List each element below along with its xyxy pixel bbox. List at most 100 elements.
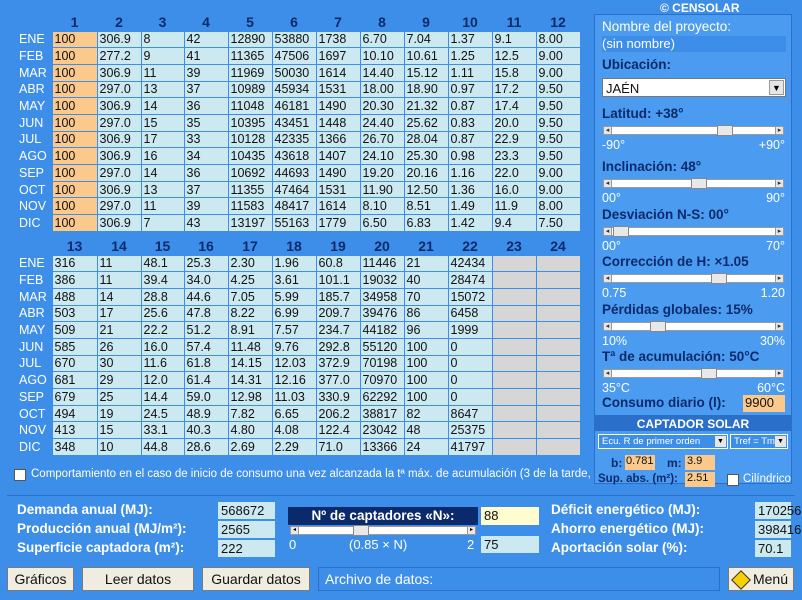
slider-thumb[interactable]: [353, 525, 370, 536]
table-cell[interactable]: 100: [51, 63, 98, 82]
slider-thumb[interactable]: [649, 321, 666, 332]
save-data-button[interactable]: Guardar datos: [202, 567, 310, 591]
table-cell: 10989: [227, 80, 273, 99]
behavior-checkbox[interactable]: [14, 469, 26, 481]
slider-thumb[interactable]: [613, 226, 629, 237]
table-cell: 11: [140, 63, 185, 82]
data-file-label: Archivo de datos:: [325, 571, 434, 587]
table-cell[interactable]: 100: [51, 80, 98, 99]
table-cell: 679: [51, 388, 98, 406]
table-cell: 11.90: [359, 180, 405, 199]
table-cell: 9.00: [535, 164, 581, 182]
b-input[interactable]: 0.781: [625, 455, 655, 470]
table-cell[interactable]: 100: [51, 180, 98, 199]
slider-left-arrow-icon[interactable]: ◂: [290, 526, 299, 535]
inclination-min: 00°: [602, 191, 621, 205]
table-cell: 488: [51, 287, 98, 306]
slider-right-arrow-icon[interactable]: ▸: [775, 369, 784, 378]
correction-slider[interactable]: ◂ ▸: [603, 273, 784, 284]
collectors-slider[interactable]: ◂ ▸: [290, 525, 476, 536]
slider-thumb[interactable]: [717, 125, 734, 136]
losses-slider[interactable]: ◂ ▸: [603, 321, 784, 332]
location-select[interactable]: JAÉN ▼: [602, 78, 786, 97]
m-input[interactable]: 3.9: [685, 455, 715, 470]
table-cell[interactable]: 100: [51, 113, 98, 132]
project-name-input[interactable]: (sin nombre): [602, 36, 786, 52]
slider-right-arrow-icon[interactable]: ▸: [775, 126, 784, 135]
table-row: JUL 100 306.9 17 33 10128 42335 1366 26.70 28.04 0…: [16, 130, 581, 149]
table-cell[interactable]: 100: [51, 164, 98, 182]
tref-select[interactable]: Tref = Tm ▼: [730, 434, 788, 449]
latitude-label: Latitud: +38°: [602, 106, 684, 121]
table-cell: 55120: [359, 337, 405, 356]
data-file-field[interactable]: Archivo de datos:: [318, 567, 720, 591]
table-row: MAY 100 306.9 14 36 11048 46181 1490 20.30 21.32 0…: [16, 97, 581, 115]
table-cell: 36: [183, 164, 229, 182]
table-cell: 9.50: [535, 97, 581, 115]
read-data-button[interactable]: Leer datos: [82, 567, 194, 591]
table-cell: 1999: [447, 321, 493, 339]
slider-right-arrow-icon[interactable]: ▸: [775, 179, 784, 188]
latitude-slider[interactable]: ◂ ▸: [603, 125, 784, 136]
slider-left-arrow-icon[interactable]: ◂: [603, 126, 612, 135]
chevron-down-icon[interactable]: ▼: [769, 80, 784, 95]
chevron-down-icon[interactable]: ▼: [715, 436, 726, 447]
table-cell: 0.87: [447, 97, 493, 115]
daily-consumption-input[interactable]: 9900: [743, 395, 785, 412]
month-label: NOV: [19, 199, 47, 214]
slider-left-arrow-icon[interactable]: ◂: [603, 179, 612, 188]
slider-thumb[interactable]: [701, 368, 718, 379]
menu-button[interactable]: Menú: [728, 567, 794, 591]
table-cell: 22.0: [491, 164, 537, 182]
slider-right-arrow-icon[interactable]: ▸: [775, 274, 784, 283]
table-cell[interactable]: 100: [51, 97, 98, 115]
table-cell[interactable]: 100: [51, 147, 98, 165]
table-cell: 9.76: [271, 337, 317, 356]
slider-thumb[interactable]: [711, 273, 728, 284]
slider-left-arrow-icon[interactable]: ◂: [603, 322, 612, 331]
table-cell: 1738: [315, 30, 361, 49]
table-cell: 14: [96, 287, 142, 306]
collectors-input[interactable]: 88: [481, 507, 539, 525]
slider-right-arrow-icon[interactable]: ▸: [775, 227, 784, 236]
slider-left-arrow-icon[interactable]: ◂: [603, 227, 612, 236]
slider-right-arrow-icon[interactable]: ▸: [467, 526, 476, 535]
correction-label: Corrección de H: ×1.05: [602, 254, 749, 269]
table-cell: 1.36: [447, 180, 493, 199]
graphs-button[interactable]: Gráficos: [7, 567, 74, 591]
deviation-slider[interactable]: ◂ ▸: [603, 226, 784, 237]
correction-min: 0.75: [602, 286, 627, 300]
table-cell: 585: [51, 337, 98, 356]
table-cell: 297.0: [96, 113, 142, 132]
absorber-surface-input[interactable]: 2.51: [685, 472, 715, 487]
table-cell: 4.25: [227, 271, 273, 289]
table-cell[interactable]: 100: [51, 130, 98, 149]
table-cell: 277.2: [96, 47, 142, 65]
column-header: 20: [374, 237, 390, 254]
inclination-slider[interactable]: ◂ ▸: [603, 178, 784, 189]
slider-left-arrow-icon[interactable]: ◂: [603, 369, 612, 378]
temperature-slider[interactable]: ◂ ▸: [603, 368, 784, 379]
table-cell: 7.50: [535, 214, 581, 232]
table-cell: 53880: [271, 30, 317, 49]
table-cell: 6.70: [359, 30, 405, 49]
table-cell: 21: [403, 254, 449, 273]
solar-contribution-value: 70.1: [755, 540, 791, 557]
table-cell: 23042: [359, 421, 405, 440]
table-cell: 44.6: [183, 287, 229, 306]
daily-consumption-label: Consumo diario (l):: [602, 395, 726, 410]
table-cell: 413: [51, 421, 98, 440]
slider-thumb[interactable]: [690, 178, 707, 189]
slider-right-arrow-icon[interactable]: ▸: [775, 322, 784, 331]
month-label: NOV: [19, 423, 47, 438]
cylindrical-checkbox[interactable]: [727, 474, 739, 486]
equation-select[interactable]: Ecu. R de primer orden ▼: [598, 434, 728, 449]
table-cell: 306.9: [96, 97, 142, 115]
table-cell[interactable]: 100: [51, 30, 98, 49]
chevron-down-icon[interactable]: ▼: [775, 436, 786, 447]
table-cell[interactable]: 100: [51, 47, 98, 65]
column-header: 13: [66, 237, 83, 254]
table-cell[interactable]: 100: [51, 214, 98, 232]
slider-left-arrow-icon[interactable]: ◂: [603, 274, 612, 283]
table-cell[interactable]: 100: [51, 197, 98, 216]
